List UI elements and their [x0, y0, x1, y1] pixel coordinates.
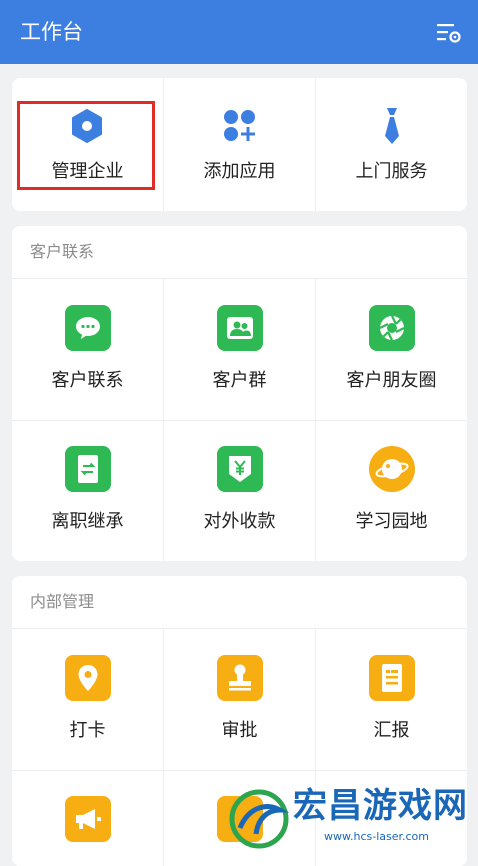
location-pin-icon — [65, 655, 111, 701]
watermark-logo: 宏昌游戏网 www.hcs-laser.com — [228, 782, 478, 851]
watermark-brand: 宏昌游戏网 — [293, 786, 468, 826]
customer-moments-item[interactable]: 客户朋友圈 — [316, 278, 467, 420]
onsite-service-item[interactable]: 上门服务 — [316, 78, 467, 211]
item-label: 汇报 — [373, 720, 410, 741]
item-label: 上门服务 — [355, 161, 428, 182]
item-label: 添加应用 — [203, 161, 276, 182]
section-title: 客户联系 — [30, 242, 95, 261]
tie-icon — [385, 108, 399, 144]
customer-group-item[interactable]: 客户群 — [164, 278, 315, 420]
external-payment-item[interactable]: 对外收款 — [164, 421, 315, 561]
list-settings-icon[interactable] — [436, 20, 462, 46]
clock-in-item[interactable]: 打卡 — [12, 628, 163, 770]
item-label: 学习园地 — [355, 511, 428, 532]
report-icon — [369, 655, 415, 701]
group-icon — [217, 305, 263, 351]
page-title: 工作台 — [20, 20, 83, 44]
item-label: 打卡 — [69, 720, 106, 741]
dragon-logo-icon — [229, 789, 290, 849]
transfer-icon — [65, 446, 111, 492]
approval-item[interactable]: 审批 — [164, 628, 315, 770]
yuan-shield-icon — [217, 446, 263, 492]
learning-garden-item[interactable]: 学习园地 — [316, 421, 467, 561]
chat-bubble-icon — [65, 305, 111, 351]
section-title: 内部管理 — [30, 592, 95, 611]
apps-plus-icon — [224, 110, 255, 141]
stamp-icon — [217, 655, 263, 701]
item-label: 对外收款 — [203, 511, 276, 532]
add-application-item[interactable]: 添加应用 — [164, 78, 315, 211]
item-label: 审批 — [221, 720, 258, 741]
item-label: 离职继承 — [51, 511, 124, 532]
megaphone-icon — [65, 796, 111, 842]
customer-contact-card: 客户联系 客户联系 客户群 客户朋友圈 离职继承 对外收款 学习园地 — [12, 226, 467, 561]
item-label: 客户联系 — [51, 370, 124, 391]
highlight-box — [17, 101, 155, 190]
announcement-item[interactable] — [12, 771, 163, 866]
item-label: 客户朋友圈 — [346, 370, 437, 391]
report-item[interactable]: 汇报 — [316, 628, 467, 770]
resignation-inheritance-item[interactable]: 离职继承 — [12, 421, 163, 561]
item-label: 客户群 — [212, 370, 267, 391]
moments-icon — [369, 305, 415, 351]
customer-contact-item[interactable]: 客户联系 — [12, 278, 163, 420]
app-header: 工作台 — [0, 0, 478, 64]
planet-icon — [369, 446, 415, 492]
watermark-url: www.hcs-laser.com — [324, 830, 429, 843]
